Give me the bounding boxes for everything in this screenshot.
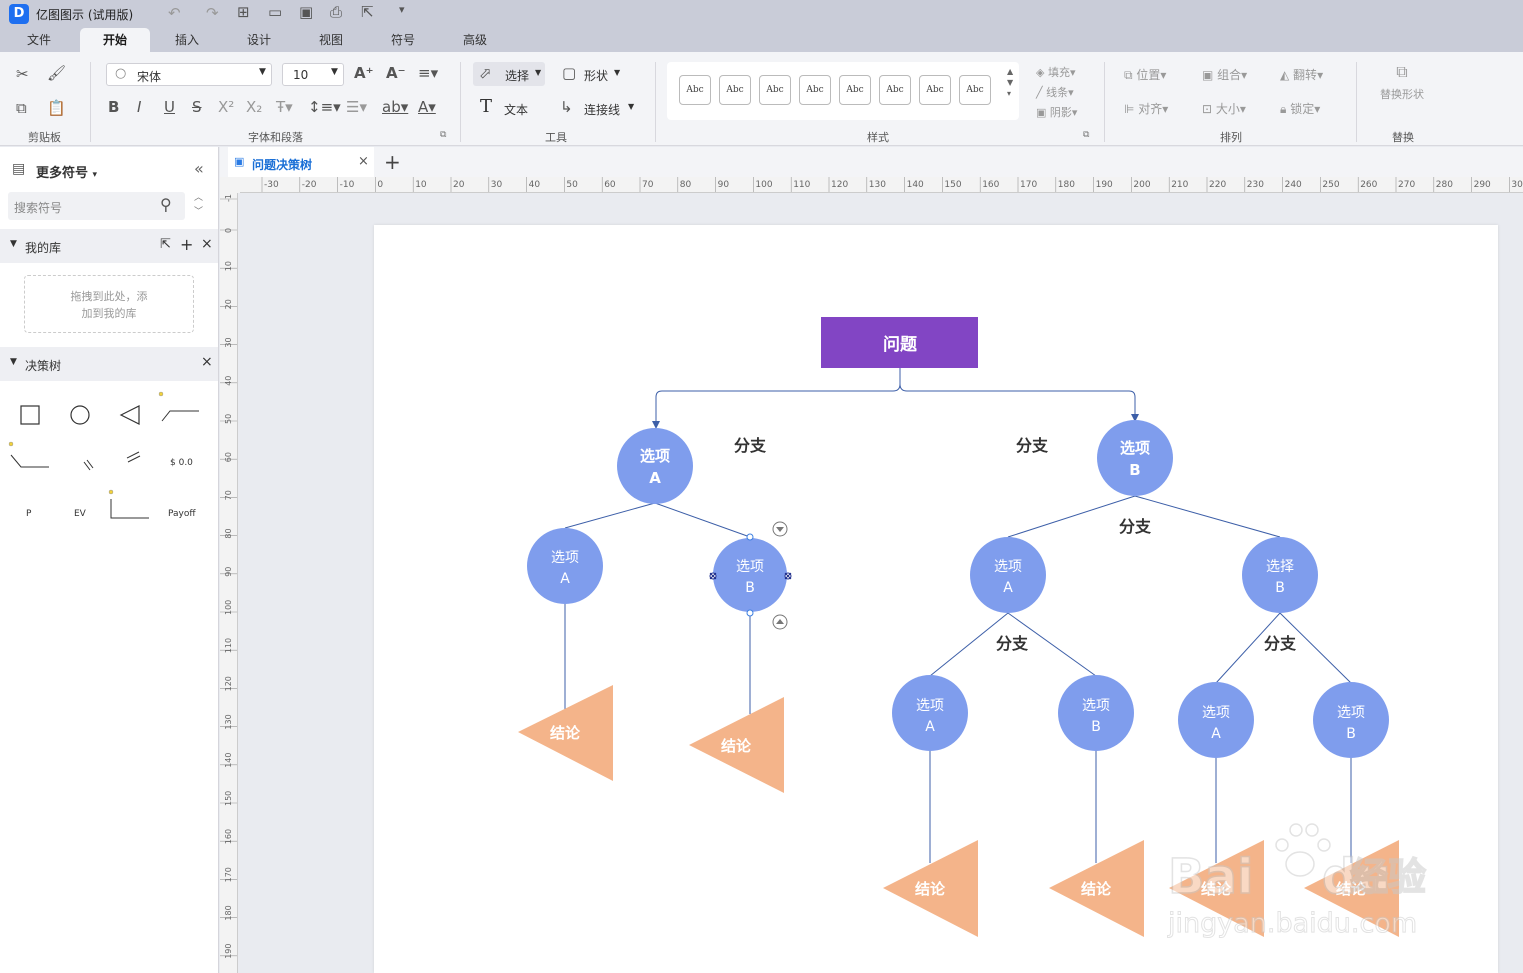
watermark-text: Bai (1168, 849, 1253, 905)
root-node-label: 问题 (883, 334, 918, 355)
option-node[interactable]: 选项 A (970, 537, 1046, 613)
choice-node[interactable]: 选择 B (1242, 537, 1318, 613)
watermark-url: jingyan.baidu.com (1167, 908, 1417, 939)
option-node[interactable]: 选项 A (892, 675, 968, 751)
branch-label: 分支 (996, 634, 1029, 653)
option-node-selected[interactable]: 选项 B (709, 521, 792, 630)
option-node[interactable]: 选项 B (1313, 682, 1389, 758)
conclusion-node[interactable]: 结论 (689, 697, 784, 793)
branch-label: 分支 (1119, 517, 1152, 536)
choice-label: 选择 (1266, 559, 1294, 575)
option-label: 选项 (1082, 698, 1110, 714)
selection-handle-icon[interactable] (784, 572, 792, 580)
arrowhead (652, 421, 660, 429)
option-letter: A (925, 719, 935, 735)
option-label: 选项 (736, 559, 764, 575)
option-label: 选项 (1337, 705, 1365, 721)
option-label: 选项 (1202, 705, 1230, 721)
conclusion-label: 结论 (915, 880, 946, 898)
option-letter: B (1091, 719, 1101, 735)
option-letter: B (1275, 580, 1285, 596)
selection-handle-icon[interactable] (709, 572, 717, 580)
option-label: 选项 (1120, 439, 1150, 457)
option-letter: B (1129, 461, 1140, 479)
option-label: 选项 (916, 698, 944, 714)
option-label: 选项 (551, 550, 579, 566)
decision-tree-diagram: 问题 分支 分支 分支 分支 分支 选项 A 选项 B 选项 A 选项 B 选项 (518, 317, 1427, 940)
option-letter: A (1211, 726, 1221, 742)
branch-label: 分支 (1264, 634, 1297, 653)
branch-label: 分支 (1016, 436, 1049, 455)
option-letter: B (1346, 726, 1356, 742)
watermark-text: 经验 (1350, 855, 1426, 899)
option-letter: A (560, 571, 570, 587)
option-node[interactable]: 选项 A (1178, 682, 1254, 758)
conclusion-label: 结论 (1081, 880, 1112, 898)
option-node[interactable]: 选项 A (617, 428, 693, 504)
connector-line[interactable] (655, 368, 901, 422)
connector-line[interactable] (1007, 495, 1136, 538)
conclusion-label: 结论 (550, 724, 581, 742)
connector-line[interactable] (654, 502, 751, 538)
option-label: 选项 (640, 447, 670, 465)
connector-line[interactable] (564, 502, 656, 529)
option-letter: A (649, 469, 661, 487)
connector-line[interactable] (1134, 495, 1281, 538)
collapse-down-icon[interactable] (772, 521, 788, 537)
watermark: Bai du 经验 jingyan.baidu.com (1167, 823, 1427, 940)
option-letter: A (1003, 580, 1013, 596)
connection-point[interactable] (746, 533, 754, 541)
connection-point[interactable] (746, 609, 754, 617)
connector-line[interactable] (899, 368, 1136, 415)
branch-label: 分支 (734, 436, 767, 455)
option-node[interactable]: 选项 A (527, 528, 603, 604)
collapse-up-icon[interactable] (772, 614, 788, 630)
option-node[interactable]: 选项 B (1097, 420, 1173, 496)
root-node[interactable]: 问题 (821, 317, 978, 368)
option-letter: B (745, 580, 755, 596)
option-node[interactable]: 选项 B (1058, 675, 1134, 751)
option-label: 选项 (994, 559, 1022, 575)
conclusion-label: 结论 (721, 737, 752, 755)
